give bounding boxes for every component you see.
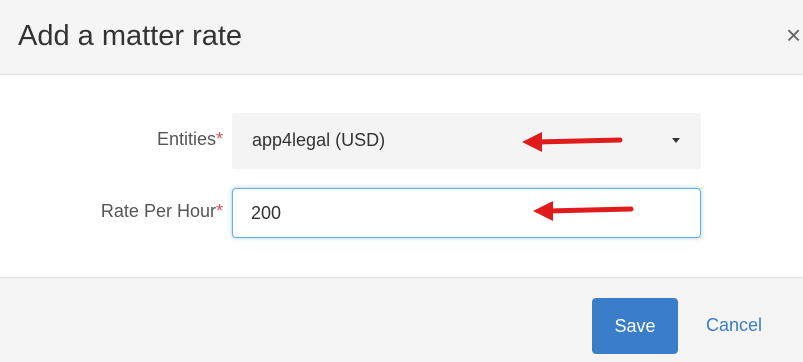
dialog-footer: Save Cancel [0, 277, 803, 362]
chevron-down-icon [672, 138, 680, 143]
required-marker: * [215, 201, 223, 221]
rate-per-hour-label-text: Rate Per Hour [100, 201, 216, 221]
close-icon[interactable]: × [786, 22, 801, 48]
entities-row: Entities* app4legal (USD) [0, 113, 803, 169]
save-button[interactable]: Save [592, 298, 678, 354]
required-marker: * [215, 129, 223, 149]
rate-per-hour-label: Rate Per Hour* [101, 201, 223, 222]
add-matter-rate-dialog: Add a matter rate × Entities* app4legal … [0, 0, 803, 362]
red-arrow-icon [533, 201, 634, 221]
entities-label-text: Entities [156, 129, 216, 149]
rate-per-hour-row: Rate Per Hour* [0, 188, 803, 238]
entities-selected-value: app4legal (USD) [252, 130, 386, 150]
entities-select[interactable]: app4legal (USD) [232, 113, 701, 169]
cancel-link[interactable]: Cancel [706, 315, 762, 336]
entities-label: Entities* [157, 129, 223, 150]
dialog-title: Add a matter rate [18, 20, 243, 52]
red-arrow-icon [522, 132, 623, 152]
dialog-header: Add a matter rate × [0, 0, 803, 75]
